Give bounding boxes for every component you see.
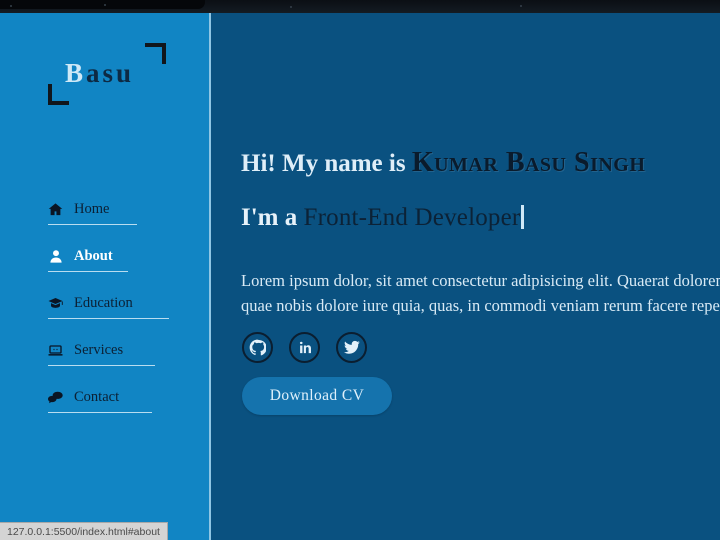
download-cv-button[interactable]: Download CV [242, 377, 392, 415]
github-icon[interactable] [242, 332, 273, 363]
chrome-dot [520, 5, 522, 7]
site-logo[interactable]: Basu [48, 43, 166, 105]
browser-window: Basu Home [0, 0, 720, 540]
logo-rest: asu [86, 58, 134, 88]
chrome-dot [10, 5, 12, 7]
browser-tab[interactable] [0, 0, 205, 9]
sidebar-item-services[interactable]: Services [48, 338, 155, 366]
sidebar-item-about[interactable]: About [48, 244, 128, 272]
laptop-icon [48, 343, 63, 358]
sidebar-item-label: Contact [74, 390, 119, 405]
hero-name: Kumar Basu Singh [412, 147, 646, 178]
chrome-dot [104, 4, 106, 6]
typing-cursor [521, 205, 524, 229]
browser-chrome-strip [0, 0, 720, 13]
hero-greeting: Hi! My name is Kumar Basu Singh [241, 149, 645, 177]
hero-role-line: I'm a Front-End Developer [241, 205, 524, 230]
sidebar-item-label: Education [74, 296, 133, 311]
sidebar: Basu Home [0, 13, 211, 540]
sidebar-item-label: Home [74, 202, 109, 217]
sidebar-item-label: Services [74, 343, 123, 358]
hero-section: Hi! My name is Kumar Basu Singh I'm a Fr… [213, 13, 720, 540]
user-icon [48, 249, 63, 264]
social-links [242, 332, 367, 363]
hero-greeting-lead: Hi! My name is [241, 150, 412, 177]
sidebar-nav: Home About [48, 197, 188, 432]
sidebar-item-home[interactable]: Home [48, 197, 137, 225]
browser-status-bar: 127.0.0.1:5500/index.html#about [0, 522, 168, 540]
logo-corner-top-right-icon [145, 43, 166, 64]
sidebar-item-contact[interactable]: Contact [48, 385, 152, 413]
linkedin-icon[interactable] [289, 332, 320, 363]
sidebar-item-label: About [74, 249, 113, 264]
twitter-icon[interactable] [336, 332, 367, 363]
logo-text: Basu [65, 60, 134, 87]
logo-initial: B [65, 58, 86, 88]
hero-role-lead: I'm a [241, 204, 304, 231]
graduation-cap-icon [48, 296, 63, 311]
webpage: Basu Home [0, 13, 720, 540]
hero-role-typed: Front-End Developer [304, 204, 521, 231]
chat-bubbles-icon [48, 390, 63, 405]
chrome-dot [290, 6, 292, 8]
sidebar-item-education[interactable]: Education [48, 291, 169, 319]
home-icon [48, 202, 63, 217]
hero-bio: Lorem ipsum dolor, sit amet consectetur … [241, 268, 720, 319]
